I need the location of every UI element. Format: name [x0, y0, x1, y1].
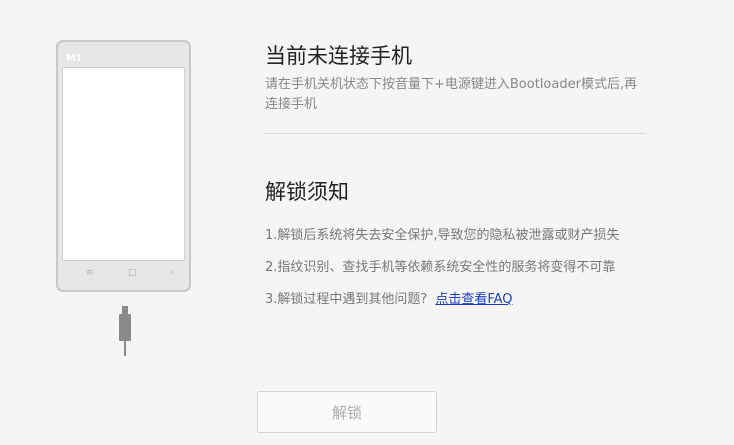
phone-screen — [62, 67, 185, 261]
phone-illustration: MI ≡ □ ‹ — [56, 40, 191, 292]
phone-nav-keys: ≡ □ ‹ — [62, 266, 185, 286]
notice-item-text: 3.解锁过程中遇到其他问题? — [265, 292, 428, 307]
usb-cable-icon — [119, 306, 131, 356]
home-key-icon: □ — [128, 268, 137, 278]
faq-link[interactable]: 点击查看FAQ — [435, 292, 512, 307]
back-key-icon: ‹ — [170, 268, 174, 278]
notice-item-faq: 3.解锁过程中遇到其他问题? 点击查看FAQ — [265, 288, 513, 307]
mi-logo: MI — [66, 53, 82, 64]
connection-instruction: 请在手机关机状态下按音量下+电源键进入Bootloader模式后,再连接手机 — [265, 77, 638, 112]
connection-status-title: 当前未连接手机 — [265, 44, 412, 68]
notice-item: 2.指纹识别、查找手机等依赖系统安全性的服务将变得不可靠 — [265, 260, 616, 275]
menu-key-icon: ≡ — [86, 268, 94, 278]
unlock-button[interactable]: 解锁 — [257, 391, 437, 433]
unlock-page: MI ≡ □ ‹ 当前未连接手机 请在手机关机状态下按音量下+电源键进入Boot… — [0, 0, 734, 445]
notice-item: 1.解锁后系统将失去安全保护,导致您的隐私被泄露或财产损失 — [265, 228, 620, 243]
section-divider — [265, 133, 646, 134]
unlock-notice-title: 解锁须知 — [265, 180, 349, 204]
